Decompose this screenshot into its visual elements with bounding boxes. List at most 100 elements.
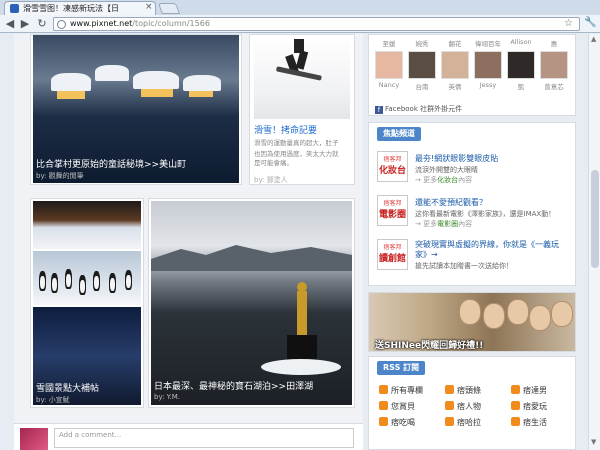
friend-name[interactable]: Jessy xyxy=(473,81,503,89)
feature-title-movie[interactable]: 還能不愛預紀觀看？ xyxy=(415,197,487,208)
new-tab-button[interactable] xyxy=(157,3,181,14)
more-link[interactable]: 化妝台 xyxy=(437,176,458,184)
movie-channel-badge[interactable]: 痞客邦 電影圈 xyxy=(377,195,408,226)
wrench-menu-icon[interactable]: 🔧 xyxy=(584,17,596,28)
more-prefix: → 更多 xyxy=(415,220,438,228)
rss-item[interactable]: 痞頭條 xyxy=(445,385,481,396)
village-author[interactable]: by: 觀舞的閒筆 xyxy=(36,171,84,181)
penguin xyxy=(109,273,116,293)
address-bar[interactable]: www.pixnet.net/topic/column/1566 ☆ xyxy=(53,17,580,31)
lake-caption[interactable]: 日本最深、最神秘的寶石湖泊>>田澤湖 xyxy=(154,379,313,392)
reading-channel-badge[interactable]: 痞客邦 讀創館 xyxy=(377,239,408,270)
person-photo xyxy=(507,299,529,325)
article-card-collage[interactable]: 雪國景點大補帖 by: 小宣魷 xyxy=(30,198,144,408)
rss-item[interactable]: 痞生活 xyxy=(511,417,547,428)
bookmark-star-icon[interactable]: ☆ xyxy=(564,18,573,29)
snow-roof xyxy=(95,65,129,81)
scroll-up-arrow-icon[interactable]: ▲ xyxy=(591,35,596,43)
friend-name[interactable]: 台南 xyxy=(407,81,437,91)
friend-name[interactable]: Allison xyxy=(506,38,536,46)
rss-item-label[interactable]: 痞人物 xyxy=(457,402,481,411)
friend-name[interactable]: Nancy xyxy=(374,81,404,89)
rss-feed-icon xyxy=(511,401,520,410)
facebook-plugin-text[interactable]: Facebook 社群外掛元件 xyxy=(385,105,462,113)
ski-author[interactable]: by: 鄧塗人 xyxy=(254,175,288,185)
collage-caption[interactable]: 雪國景點大補帖 xyxy=(36,381,99,394)
friend-name[interactable]: 婉秀 xyxy=(407,38,437,48)
rss-feed-icon xyxy=(445,401,454,410)
main-column: 比合掌村更原始的童話秘境>>美山町 by: 觀舞的閒筆 滑雪！拷命記要 滑雪的運… xyxy=(14,34,363,450)
makeup-channel-badge[interactable]: 痞客邦 化妝台 xyxy=(377,151,408,182)
rss-item-label[interactable]: 痞愛玩 xyxy=(523,402,547,411)
more-link[interactable]: 電影圈 xyxy=(437,220,458,228)
friend-avatar[interactable] xyxy=(408,51,436,79)
banner-text[interactable]: 送SHINee閃耀回歸好禮!! xyxy=(375,338,483,351)
tab-close-icon[interactable]: × xyxy=(145,2,153,12)
back-arrow-icon[interactable]: ◀ xyxy=(3,17,17,31)
collage-photo-top[interactable] xyxy=(33,201,141,249)
friend-name[interactable]: 曾意芯 xyxy=(539,81,569,91)
shinee-promo-banner[interactable]: 送SHINee閃耀回歸好禮!! xyxy=(368,292,576,352)
friend-name[interactable]: 英倩 xyxy=(440,81,470,91)
rss-item[interactable]: 痞愛玩 xyxy=(511,401,547,412)
penguin xyxy=(51,273,58,293)
rss-item-label[interactable]: 痞達男 xyxy=(523,386,547,395)
person-photo xyxy=(529,305,551,331)
scroll-thumb[interactable] xyxy=(591,170,599,268)
person-photo xyxy=(459,299,481,325)
village-photo[interactable]: 比合掌村更原始的童話秘境>>美山町 by: 觀舞的閒筆 xyxy=(33,35,239,183)
collage-photo-penguins[interactable] xyxy=(33,251,141,305)
collage-photo-night[interactable]: 雪國景點大補帖 by: 小宣魷 xyxy=(33,307,141,405)
friend-name[interactable]: 偉翊百年 xyxy=(473,38,503,48)
snowboard-photo[interactable] xyxy=(254,35,350,119)
friend-name[interactable]: 惠 xyxy=(539,38,569,48)
rss-item-label[interactable]: 痞哈拉 xyxy=(457,418,481,427)
feature-more-makeup[interactable]: → 更多化妝台內容 xyxy=(415,175,472,185)
browser-tab[interactable]: 滑雪雪图！凍感新玩法【日 × xyxy=(4,1,156,15)
vertical-scrollbar[interactable]: ▲ ▼ xyxy=(588,34,600,450)
friend-avatar[interactable] xyxy=(441,51,469,79)
lake-author[interactable]: by: Y.M. xyxy=(154,393,180,401)
url-host: www.pixnet.net xyxy=(70,19,133,28)
friend-avatar[interactable] xyxy=(540,51,568,79)
rss-item-label[interactable]: 所有專欄 xyxy=(391,386,423,395)
rss-item[interactable]: 痞哈拉 xyxy=(445,417,481,428)
penguin xyxy=(125,270,132,290)
feature-desc-makeup: 流淚外開雙的大眼睛 xyxy=(415,166,478,174)
snow-roof xyxy=(133,71,179,89)
badge-main: 化妝台 xyxy=(378,166,406,176)
rss-item-label[interactable]: 痞生活 xyxy=(523,418,547,427)
rss-item-label[interactable]: 痞頭條 xyxy=(457,386,481,395)
comment-input[interactable]: Add a comment... xyxy=(54,428,354,448)
village-caption[interactable]: 比合掌村更原始的童話秘境>>美山町 xyxy=(36,157,186,170)
facebook-plugin-label[interactable]: f Facebook 社群外掛元件 xyxy=(375,104,462,114)
friend-name[interactable]: 翻花 xyxy=(440,38,470,48)
rss-item[interactable]: 痞吃喝 xyxy=(379,417,415,428)
scroll-down-arrow-icon[interactable]: ▼ xyxy=(591,438,596,446)
reload-icon[interactable]: ↻ xyxy=(35,17,49,31)
rss-item-label[interactable]: 痞吃喝 xyxy=(391,418,415,427)
friend-name[interactable]: 至媛 xyxy=(374,38,404,48)
lake-photo[interactable]: 日本最深、最神秘的寶石湖泊>>田澤湖 by: Y.M. xyxy=(151,201,352,405)
rss-item[interactable]: 您賞貝 xyxy=(379,401,415,412)
friend-avatar[interactable] xyxy=(507,51,535,79)
article-card-village[interactable]: 比合掌村更原始的童話秘境>>美山町 by: 觀舞的閒筆 xyxy=(30,34,242,185)
feature-title-makeup[interactable]: 最夯!網狀眼影雙眼皮貼 xyxy=(415,153,498,164)
person-photo xyxy=(483,303,505,329)
window-light xyxy=(141,89,173,97)
feature-title-reading-2[interactable]: 家》→ xyxy=(415,249,438,260)
friend-avatar[interactable] xyxy=(375,51,403,79)
friend-avatar[interactable] xyxy=(474,51,502,79)
forward-arrow-icon[interactable]: ▶ xyxy=(18,17,32,31)
article-card-lake[interactable]: 日本最深、最神秘的寶石湖泊>>田澤湖 by: Y.M. xyxy=(148,198,355,408)
article-card-ski[interactable]: 滑雪！拷命記要 滑雪的運動量真的超大，肚子 也因為使用過度，笑太大力就 是可能會… xyxy=(249,34,355,185)
rss-panel: RSS 訂閱 所有專欄 痞頭條 痞達男 您賞貝 痞人物 痞愛玩 痞吃喝 痞哈拉 痞生活 xyxy=(368,356,576,450)
collage-author[interactable]: by: 小宣魷 xyxy=(36,395,70,405)
rss-item-label[interactable]: 您賞貝 xyxy=(391,402,415,411)
friend-name[interactable]: 凱 xyxy=(506,81,536,91)
rss-item[interactable]: 痞人物 xyxy=(445,401,481,412)
rss-item[interactable]: 痞達男 xyxy=(511,385,547,396)
feature-more-movie[interactable]: → 更多電影圈內容 xyxy=(415,219,472,229)
ski-title[interactable]: 滑雪！拷命記要 xyxy=(254,123,317,136)
rss-item[interactable]: 所有專欄 xyxy=(379,385,423,396)
